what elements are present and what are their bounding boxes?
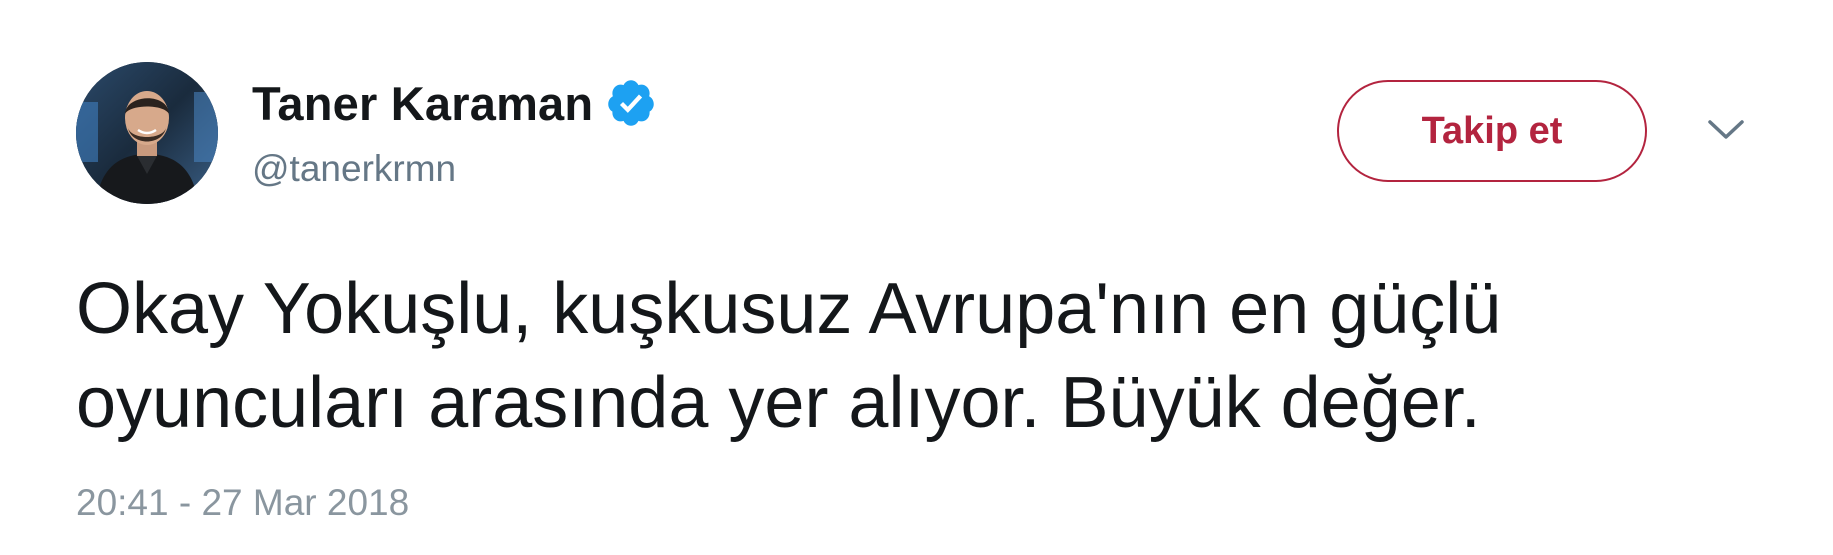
tweet-timestamp[interactable]: 20:41 - 27 Mar 2018 xyxy=(76,482,409,524)
tweet-card: Taner Karaman @tanerkrmn Takip et Okay Y… xyxy=(0,0,1833,555)
follow-button[interactable]: Takip et xyxy=(1337,80,1647,182)
author-name-row: Taner Karaman xyxy=(252,72,657,134)
chevron-down-icon[interactable] xyxy=(1706,116,1746,144)
avatar[interactable] xyxy=(76,62,218,204)
tweet-text: Okay Yokuşlu, kuşkusuz Avrupa'nın en güç… xyxy=(76,262,1776,450)
tweet-text-line: Okay Yokuşlu, kuşkusuz Avrupa'nın en güç… xyxy=(76,269,1502,349)
tweet-text-line: oyuncuları arasında yer alıyor. Büyük de… xyxy=(76,363,1481,443)
author-display-name[interactable]: Taner Karaman xyxy=(252,76,593,131)
author-handle[interactable]: @tanerkrmn xyxy=(252,148,456,190)
verified-badge-icon xyxy=(605,77,657,129)
avatar-image xyxy=(76,62,218,204)
